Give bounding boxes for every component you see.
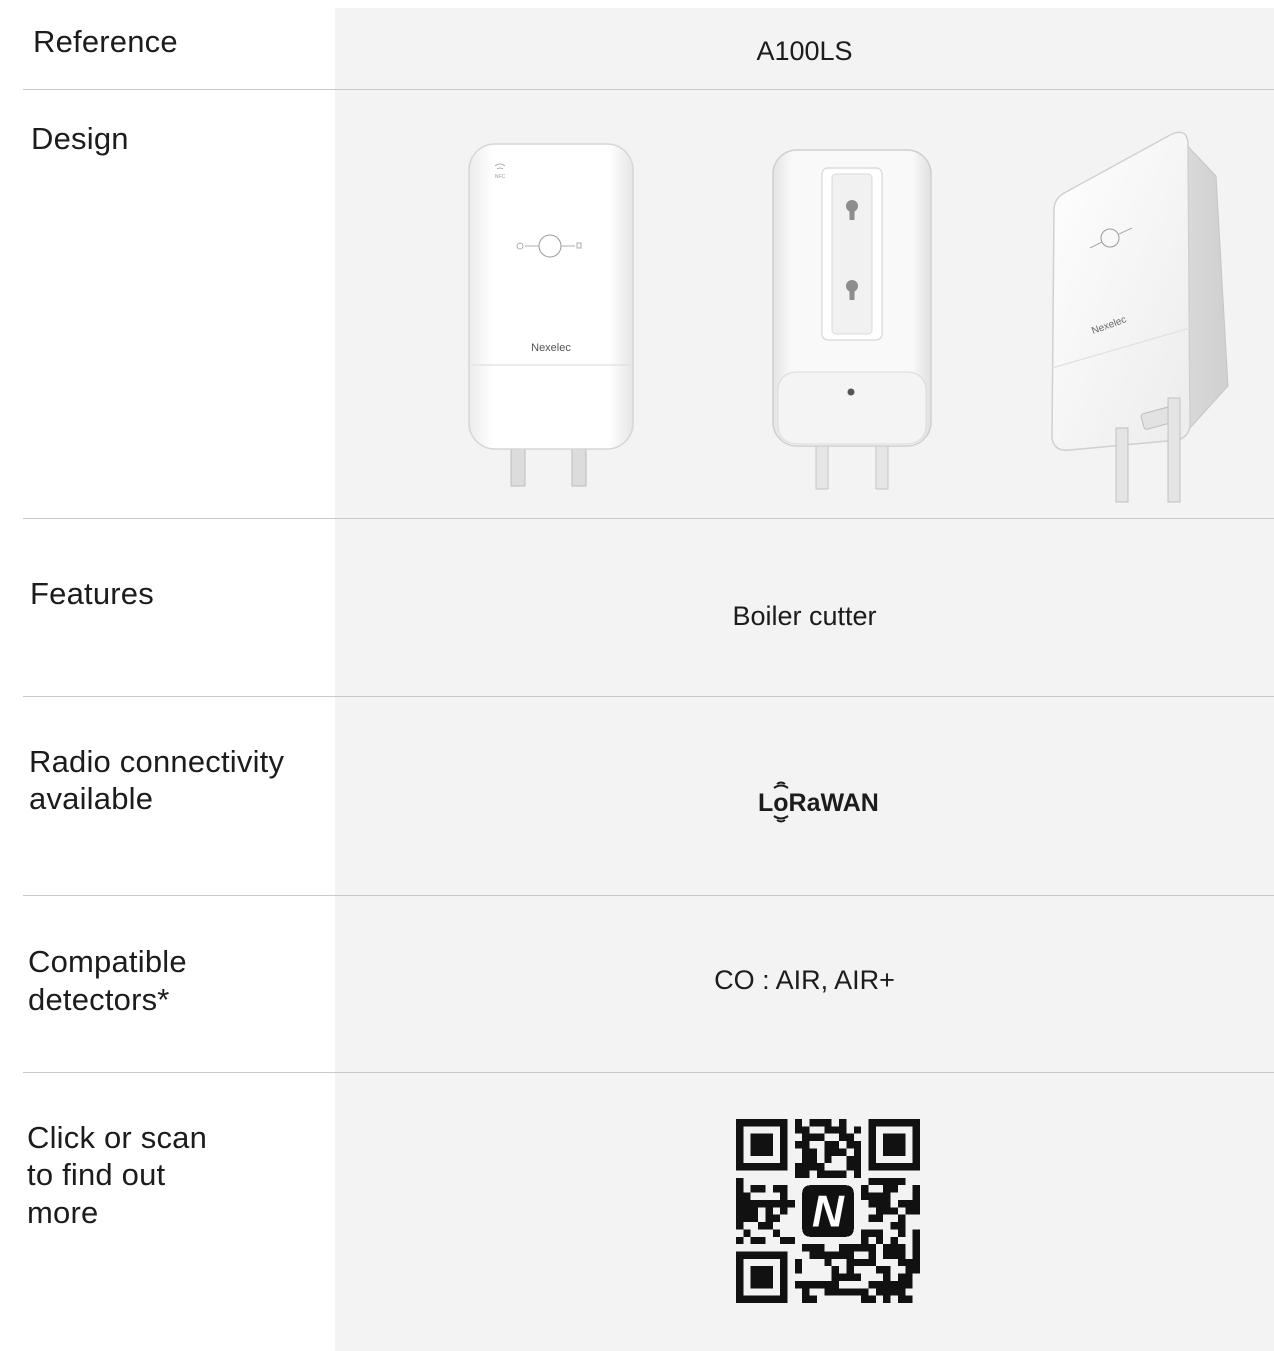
qr-code-icon[interactable]: N xyxy=(736,1119,920,1303)
more-label-line3: more xyxy=(27,1195,99,1230)
qr-center-text: N xyxy=(812,1187,845,1236)
divider xyxy=(23,1072,1274,1073)
divider xyxy=(23,895,1274,896)
brand-text: Nexelec xyxy=(531,342,571,354)
features-label: Features xyxy=(30,576,154,611)
radio-label-line2: available xyxy=(29,781,154,816)
divider xyxy=(23,89,1274,90)
product-back-view-image xyxy=(772,149,932,490)
compatible-label-line1: Compatible xyxy=(28,944,187,979)
reference-label: Reference xyxy=(33,24,178,59)
product-perspective-view-image: Nexelec xyxy=(1051,131,1229,503)
radio-label-line1: Radio connectivity xyxy=(29,744,285,779)
product-front-view-image: NFC Nexelec xyxy=(468,143,634,487)
lorawan-logo-icon: LoRaWAN xyxy=(758,781,879,823)
more-label-line1: Click or scan xyxy=(27,1120,208,1155)
more-label-line2: to find out xyxy=(27,1157,166,1192)
design-label: Design xyxy=(31,121,129,156)
lorawan-logo-text: LoRaWAN xyxy=(758,789,879,817)
nfc-text: NFC xyxy=(495,174,506,180)
divider xyxy=(23,696,1274,697)
reference-value: A100LS xyxy=(756,36,853,66)
compatible-value: CO : AIR, AIR+ xyxy=(714,965,895,995)
divider xyxy=(23,518,1274,519)
compatible-label-line2: detectors* xyxy=(28,982,170,1017)
features-value: Boiler cutter xyxy=(732,601,877,631)
